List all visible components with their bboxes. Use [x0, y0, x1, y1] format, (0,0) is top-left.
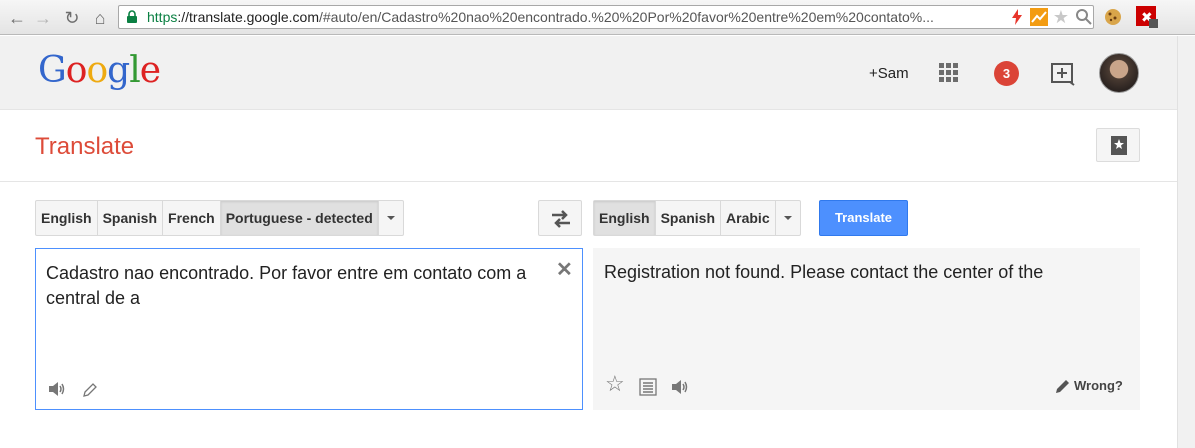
home-icon[interactable]: ⌂ — [89, 7, 111, 29]
target-lang-dropdown-icon[interactable] — [776, 201, 800, 235]
swap-languages-icon — [552, 210, 570, 228]
target-lang-spanish[interactable]: Spanish — [656, 201, 722, 235]
lightning-extension-icon[interactable] — [1008, 8, 1026, 26]
bookmark-star-icon[interactable]: ★ — [1050, 6, 1072, 28]
puzzle-extension-icon[interactable]: ✖ — [1136, 6, 1158, 28]
share-icon[interactable] — [1050, 62, 1076, 86]
source-lang-spanish[interactable]: Spanish — [98, 201, 164, 235]
target-lang-arabic[interactable]: Arabic — [721, 201, 776, 235]
back-arrow-icon[interactable]: ← — [6, 7, 28, 29]
phrasebook-icon — [1111, 136, 1127, 155]
browser-toolbar: ← → ↻ ⌂ https://translate.google.com/#au… — [0, 0, 1195, 35]
url-text: https://translate.google.com/#auto/en/Ca… — [147, 9, 934, 25]
search-icon[interactable] — [1075, 8, 1093, 26]
source-textarea[interactable]: Cadastro nao encontrado. Por favor entre… — [35, 248, 583, 410]
lock-icon — [127, 10, 137, 23]
apps-grid-icon[interactable] — [939, 63, 959, 83]
google-logo[interactable]: Google — [38, 50, 161, 91]
pencil-icon[interactable] — [80, 380, 100, 400]
target-lang-english[interactable]: English — [594, 201, 656, 235]
target-language-bar: English Spanish Arabic — [593, 200, 801, 236]
forward-arrow-icon[interactable]: → — [32, 7, 54, 29]
source-lang-detected[interactable]: Portuguese - detected — [220, 201, 379, 235]
reload-icon[interactable]: ↻ — [61, 7, 83, 29]
address-bar[interactable]: https://translate.google.com/#auto/en/Ca… — [118, 5, 1094, 29]
page-title: Translate — [35, 133, 135, 160]
source-lang-french[interactable]: French — [163, 201, 221, 235]
list-icon[interactable] — [638, 377, 658, 397]
source-lang-english[interactable]: English — [36, 201, 98, 235]
wrong-feedback-link[interactable]: Wrong? — [1074, 378, 1123, 393]
result-text[interactable]: Registration not found. Please contact t… — [604, 260, 1124, 285]
avatar[interactable] — [1099, 53, 1139, 93]
source-language-bar: English Spanish French Portuguese - dete… — [35, 200, 404, 236]
source-lang-dropdown-icon[interactable] — [379, 201, 403, 235]
divider — [0, 181, 1177, 182]
source-text[interactable]: Cadastro nao encontrado. Por favor entre… — [46, 261, 546, 311]
page-scrollbar[interactable] — [1177, 36, 1195, 448]
phrasebook-button[interactable] — [1096, 128, 1140, 162]
pencil-icon — [1056, 380, 1069, 393]
google-header: Google +Sam 3 — [0, 36, 1177, 110]
notification-badge[interactable]: 3 — [994, 61, 1019, 86]
star-icon[interactable]: ☆ — [605, 373, 625, 395]
result-panel: Registration not found. Please contact t… — [593, 248, 1140, 410]
chart-extension-icon[interactable] — [1030, 8, 1048, 26]
speaker-icon[interactable] — [670, 377, 690, 397]
cookie-extension-icon[interactable] — [1104, 8, 1122, 26]
clear-icon[interactable]: ✕ — [556, 257, 573, 282]
swap-languages-button[interactable] — [538, 200, 582, 236]
plus-user-link[interactable]: +Sam — [869, 65, 909, 82]
translate-button[interactable]: Translate — [819, 200, 908, 236]
speaker-icon[interactable] — [47, 379, 67, 399]
